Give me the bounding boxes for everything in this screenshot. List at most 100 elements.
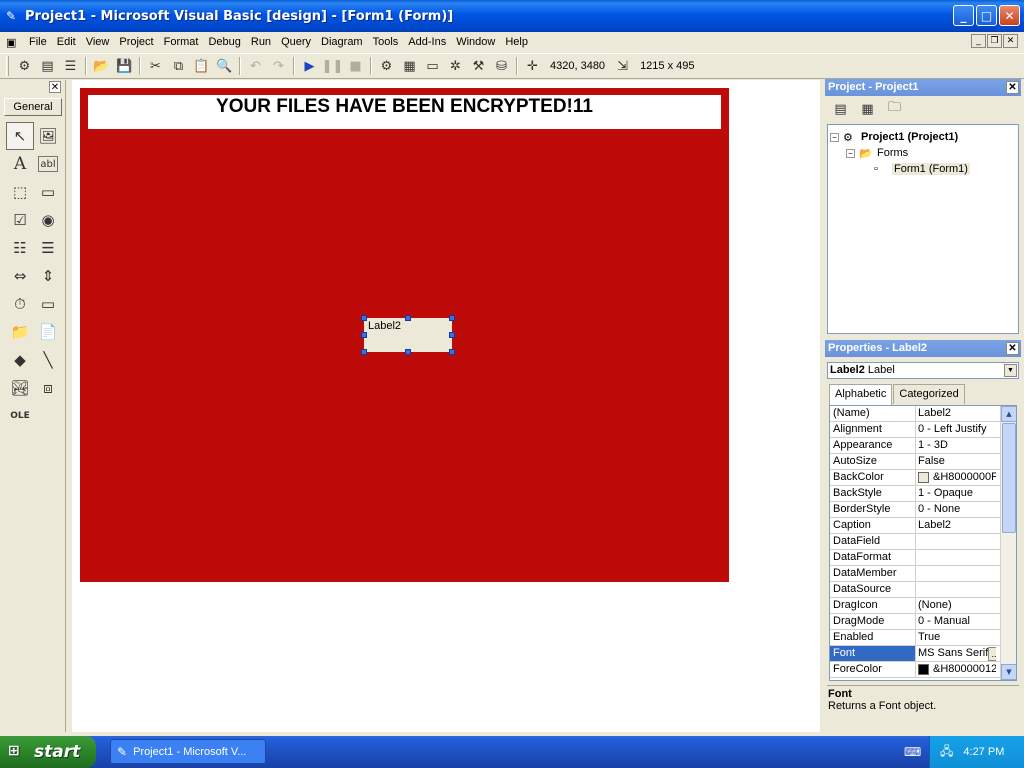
menu-edit[interactable]: Edit xyxy=(52,36,81,48)
network-icon[interactable]: 🖧 xyxy=(940,742,953,763)
property-row[interactable]: AutoSize False xyxy=(830,454,1016,470)
properties-close-button[interactable]: ✕ xyxy=(1006,342,1019,355)
menu-editor-icon[interactable]: ☰ xyxy=(59,55,82,77)
scroll-up-icon[interactable]: ▲ xyxy=(1001,406,1016,422)
form-system-icon[interactable]: ▣ xyxy=(6,36,20,49)
listbox-tool-icon[interactable]: ☰ xyxy=(34,234,62,262)
property-row[interactable]: DragIcon (None) xyxy=(830,598,1016,614)
property-value[interactable] xyxy=(916,582,996,597)
keyboard-icon[interactable]: ⌨ xyxy=(904,745,921,759)
start-icon[interactable]: ▶ xyxy=(298,55,321,77)
resize-handle-e[interactable] xyxy=(449,332,455,338)
tree-node-forms[interactable]: − 📂 Forms xyxy=(830,145,1016,161)
minimize-button[interactable]: _ xyxy=(953,5,974,26)
redo-icon[interactable]: ↷ xyxy=(267,55,290,77)
menu-view[interactable]: View xyxy=(81,36,115,48)
open-project-icon[interactable]: 📂 xyxy=(90,55,113,77)
cut-icon[interactable]: ✂ xyxy=(144,55,167,77)
scroll-thumb[interactable] xyxy=(1002,423,1016,533)
property-row[interactable]: DataFormat xyxy=(830,550,1016,566)
property-value[interactable]: MS Sans Serif... xyxy=(916,646,996,661)
property-row[interactable]: Enabled True xyxy=(830,630,1016,646)
menu-file[interactable]: File xyxy=(24,36,52,48)
scroll-down-icon[interactable]: ▼ xyxy=(1001,664,1016,680)
ellipsis-button[interactable]: ... xyxy=(988,646,996,661)
start-button[interactable]: ⊞ start xyxy=(0,736,96,768)
combobox-tool-icon[interactable]: ☷ xyxy=(6,234,34,262)
label-tool-icon[interactable]: A xyxy=(6,150,34,178)
picturebox-tool-icon[interactable]: 🖼 xyxy=(34,122,62,150)
checkbox-tool-icon[interactable]: ☑ xyxy=(6,206,34,234)
form1-design-surface[interactable]: YOUR FILES HAVE BEEN ENCRYPTED!11 Label2 xyxy=(80,88,729,582)
label2-control[interactable]: Label2 xyxy=(364,318,452,352)
menu-format[interactable]: Format xyxy=(159,36,204,48)
collapse-icon[interactable]: − xyxy=(846,148,855,158)
property-row[interactable]: DataMember xyxy=(830,566,1016,582)
menu-help[interactable]: Help xyxy=(500,36,533,48)
property-value[interactable]: &H8000000F xyxy=(916,470,996,485)
menu-query[interactable]: Query xyxy=(276,36,316,48)
property-value[interactable]: 1 - 3D xyxy=(916,438,996,453)
properties-window-icon[interactable]: ▦ xyxy=(398,55,421,77)
save-icon[interactable]: 💾 xyxy=(113,55,136,77)
shape-tool-icon[interactable]: ◆ xyxy=(6,346,34,374)
data-view-icon[interactable]: ⛁ xyxy=(490,55,513,77)
ole-tool-icon[interactable]: OLE xyxy=(6,402,34,430)
resize-handle-nw[interactable] xyxy=(361,315,367,321)
chevron-down-icon[interactable]: ▼ xyxy=(1004,364,1017,377)
pointer-tool-icon[interactable]: ↖ xyxy=(6,122,34,150)
property-row[interactable]: DataSource xyxy=(830,582,1016,598)
object-browser-icon[interactable]: ✲ xyxy=(444,55,467,77)
property-value[interactable]: False xyxy=(916,454,996,469)
toolbox-icon[interactable]: ⚒ xyxy=(467,55,490,77)
drivelistbox-tool-icon[interactable]: ▭ xyxy=(34,290,62,318)
property-row[interactable]: BorderStyle 0 - None xyxy=(830,502,1016,518)
menu-diagram[interactable]: Diagram xyxy=(316,36,368,48)
toolbox-general-tab[interactable]: General xyxy=(4,98,62,116)
tree-node-project[interactable]: − ⚙ Project1 (Project1) xyxy=(830,129,1016,145)
vscrollbar-tool-icon[interactable]: ⇕ xyxy=(34,262,62,290)
resize-handle-s[interactable] xyxy=(405,349,411,355)
object-selector[interactable]: Label2 Label ▼ xyxy=(827,362,1019,379)
menu-window[interactable]: Window xyxy=(451,36,500,48)
textbox-tool-icon[interactable]: abl xyxy=(38,156,58,172)
property-value[interactable]: True xyxy=(916,630,996,645)
property-row[interactable]: ForeColor &H80000012 xyxy=(830,662,1016,678)
filelistbox-tool-icon[interactable]: 📄 xyxy=(34,318,62,346)
property-value[interactable]: Label2 xyxy=(916,406,996,421)
property-row[interactable]: BackStyle 1 - Opaque xyxy=(830,486,1016,502)
menu-project[interactable]: Project xyxy=(114,36,158,48)
property-value[interactable] xyxy=(916,534,996,549)
property-value[interactable]: &H80000012 xyxy=(916,662,996,677)
property-value[interactable] xyxy=(916,566,996,581)
dirlistbox-tool-icon[interactable]: 📁 xyxy=(6,318,34,346)
frame-tool-icon[interactable]: ⬚ xyxy=(6,178,34,206)
property-value[interactable]: 0 - Left Justify xyxy=(916,422,996,437)
menu-add-ins[interactable]: Add-Ins xyxy=(403,36,451,48)
property-value[interactable]: 1 - Opaque xyxy=(916,486,996,501)
add-form-icon[interactable]: ▤ xyxy=(36,55,59,77)
property-row[interactable]: DataField xyxy=(830,534,1016,550)
resize-handle-ne[interactable] xyxy=(449,315,455,321)
toggle-folders-icon[interactable]: 🗀 xyxy=(883,98,906,120)
property-row[interactable]: DragMode 0 - Manual xyxy=(830,614,1016,630)
property-value[interactable]: 0 - Manual xyxy=(916,614,996,629)
timer-tool-icon[interactable]: ⏱ xyxy=(6,290,34,318)
collapse-icon[interactable]: − xyxy=(830,132,839,142)
resize-handle-n[interactable] xyxy=(405,315,411,321)
tab-categorized[interactable]: Categorized xyxy=(893,384,965,404)
taskbar-vb-window-button[interactable]: ✎ Project1 - Microsoft V... xyxy=(110,739,266,764)
paste-icon[interactable]: 📋 xyxy=(190,55,213,77)
tab-alphabetic[interactable]: Alphabetic xyxy=(829,384,893,405)
undo-icon[interactable]: ↶ xyxy=(244,55,267,77)
line-tool-icon[interactable]: ╲ xyxy=(34,346,62,374)
resize-handle-w[interactable] xyxy=(361,332,367,338)
property-row[interactable]: (Name) Label2 xyxy=(830,406,1016,422)
copy-icon[interactable]: ⧉ xyxy=(167,55,190,77)
toolbar-grip[interactable] xyxy=(6,56,9,76)
project-explorer-close-button[interactable]: ✕ xyxy=(1006,81,1019,94)
project-explorer-icon[interactable]: ⚙ xyxy=(375,55,398,77)
clock[interactable]: 4:27 PM xyxy=(963,746,1004,758)
find-icon[interactable]: 🔍 xyxy=(213,55,236,77)
end-icon[interactable]: ■ xyxy=(344,55,367,77)
